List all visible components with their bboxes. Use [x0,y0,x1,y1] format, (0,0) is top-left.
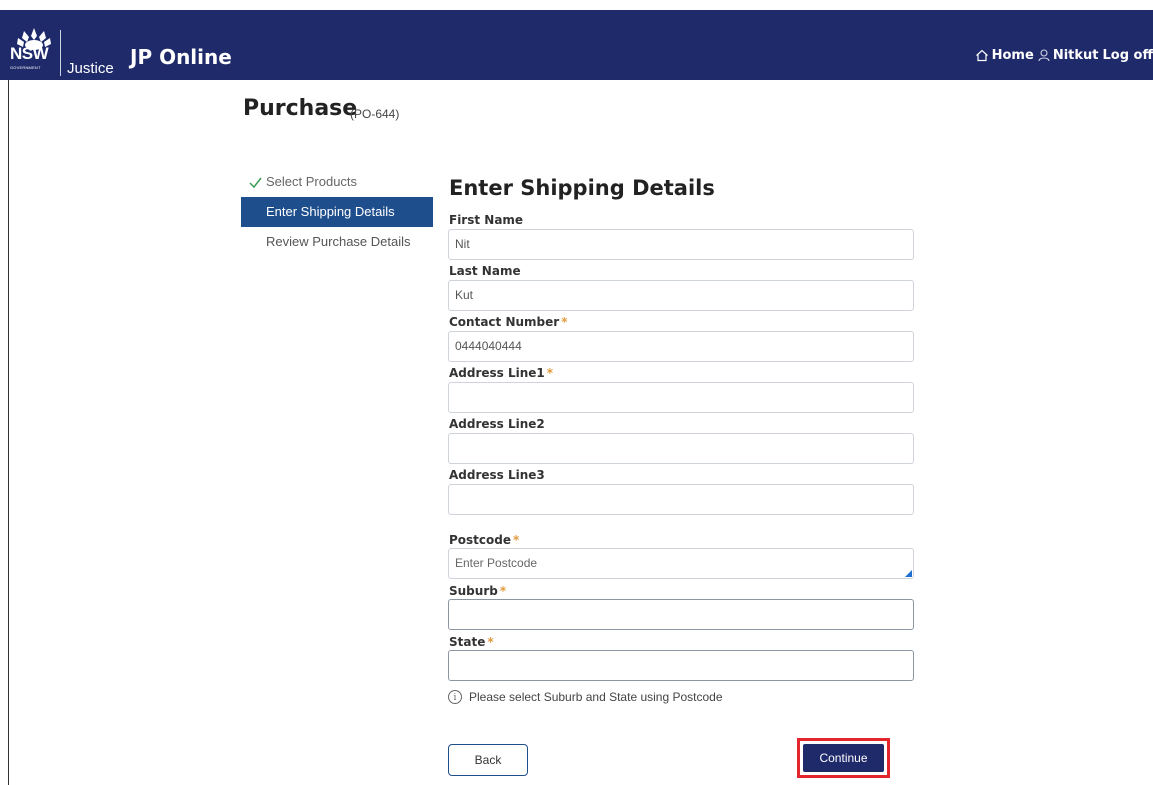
step-label: Enter Shipping Details [266,204,395,219]
nav-user-label: Nitkut [1052,48,1099,63]
step-review-purchase-details[interactable]: Review Purchase Details [241,227,433,257]
required-marker: * [487,635,494,649]
header-bar: NSW GOVERNMENT Justice JP Online Home Ni… [0,10,1153,80]
address-line3-label: Address Line3 [449,468,545,482]
state-field[interactable] [448,650,914,681]
top-nav: Home Nitkut Log off [975,48,1153,63]
address-line2-label: Address Line2 [449,417,545,431]
last-name-label: Last Name [449,264,521,278]
continue-button[interactable]: Continue [803,744,884,772]
postcode-placeholder: Enter Postcode [455,556,538,570]
required-marker: * [546,366,554,380]
contact-number-label: Contact Number * [449,315,568,329]
nav-logoff-link[interactable]: Log off [1102,48,1153,63]
postcode-label: Postcode * [449,533,520,547]
logo-government-text: GOVERNMENT [10,65,41,70]
back-button[interactable]: Back [448,744,528,776]
step-select-products[interactable]: Select Products [241,167,433,197]
page-title: Purchase [243,96,358,121]
wizard-steps: Select Products Enter Shipping Details R… [241,167,433,257]
nav-logoff-label: Log off [1102,48,1153,63]
step-enter-shipping-details[interactable]: Enter Shipping Details [241,197,433,227]
resize-corner-icon [905,570,912,577]
check-icon [249,177,262,188]
top-gap [0,0,1153,10]
nav-home-label: Home [991,48,1034,63]
required-marker: * [499,584,507,598]
postcode-info: i Please select Suburb and State using P… [448,690,723,704]
suburb-field[interactable] [448,599,914,630]
address-line1-label: Address Line1 * [449,366,554,380]
user-icon [1038,49,1050,62]
step-label: Review Purchase Details [266,234,411,249]
required-marker: * [561,315,568,329]
state-label: State * [449,635,494,649]
postcode-input[interactable]: Enter Postcode [448,548,914,579]
nav-home-link[interactable]: Home [975,48,1034,63]
continue-highlight: Continue [797,738,890,778]
contact-number-field[interactable]: 0444040444 [448,331,914,362]
address-line1-field[interactable] [448,382,914,413]
address-line3-field[interactable] [448,484,914,515]
info-text: Please select Suburb and State using Pos… [469,690,723,704]
required-marker: * [513,533,520,547]
home-icon [975,49,988,62]
purchase-reference: (PO-644) [350,107,400,121]
step-label: Select Products [266,174,358,189]
logo-justice-text: Justice [67,60,114,77]
address-line2-field[interactable] [448,433,914,464]
logo-divider [60,30,61,76]
page-left-border [8,80,9,785]
app-title[interactable]: JP Online [130,45,232,69]
suburb-label: Suburb * [449,584,507,598]
form-title: Enter Shipping Details [449,176,715,200]
first-name-label: First Name [449,213,524,227]
nav-user-link[interactable]: Nitkut [1038,48,1099,63]
info-icon: i [448,690,462,704]
last-name-field[interactable]: Kut [448,280,914,311]
logo-nsw-text: NSW [10,44,49,63]
first-name-field[interactable]: Nit [448,229,914,260]
